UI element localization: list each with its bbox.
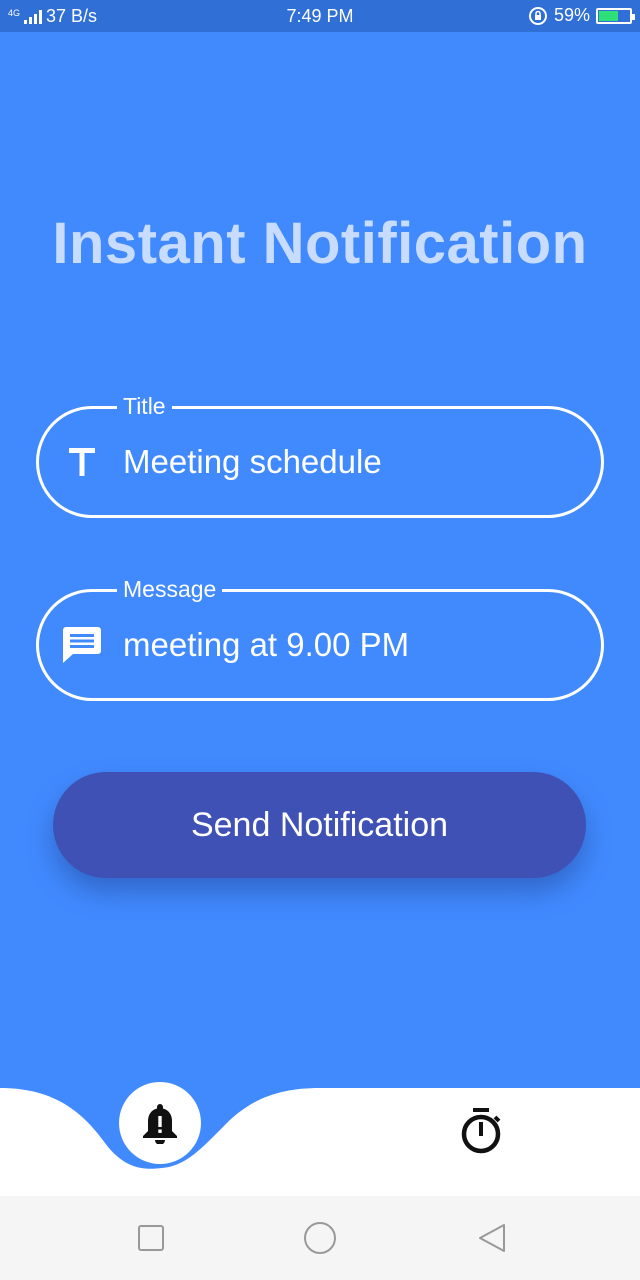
- title-field-label: Title: [117, 389, 172, 423]
- status-right: 59%: [528, 5, 635, 26]
- message-field-label: Message: [117, 572, 223, 606]
- battery-icon: [596, 7, 635, 24]
- page-title: Instant Notification: [52, 211, 588, 276]
- bell-alert-icon: [143, 1104, 177, 1144]
- message-field[interactable]: Message meeting at 9.00 PM: [36, 572, 604, 701]
- stopwatch-icon: [461, 1108, 501, 1154]
- text-format-icon: [61, 441, 103, 483]
- nav-item-notifications[interactable]: [119, 1082, 201, 1164]
- triangle-back-icon: [479, 1224, 505, 1252]
- home-button[interactable]: [302, 1220, 338, 1256]
- battery-level: [599, 10, 618, 21]
- square-icon: [138, 1225, 164, 1251]
- system-nav-bar: [0, 1196, 640, 1280]
- battery-percent: 59%: [553, 5, 590, 25]
- back-button[interactable]: [474, 1220, 510, 1256]
- title-input[interactable]: Meeting schedule: [123, 443, 382, 481]
- status-bar: 4G 37 B/s 7:49 PM 59%: [0, 0, 640, 32]
- rotation-lock-icon: [528, 6, 547, 25]
- nav-item-timer[interactable]: [456, 1105, 506, 1157]
- message-icon: [61, 624, 103, 666]
- bottom-nav-background: [0, 1088, 640, 1196]
- recents-button[interactable]: [133, 1220, 169, 1256]
- send-notification-button[interactable]: Send Notification: [53, 772, 586, 878]
- circle-icon: [304, 1222, 336, 1254]
- title-field[interactable]: Title Meeting schedule: [36, 389, 604, 518]
- message-input[interactable]: meeting at 9.00 PM: [123, 626, 409, 664]
- bottom-nav: [0, 1088, 640, 1196]
